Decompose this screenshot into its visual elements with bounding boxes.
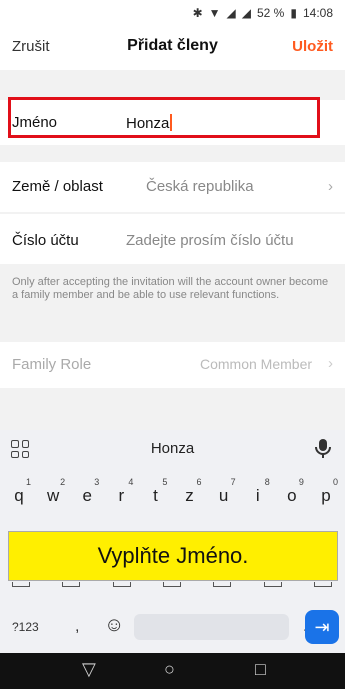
family-role-label: Family Role — [12, 356, 92, 373]
key-w[interactable]: w2 — [38, 477, 68, 514]
symbols-key[interactable]: ?123 — [12, 620, 39, 634]
account-input[interactable]: Zadejte prosím číslo účtu — [126, 232, 294, 249]
recents-icon[interactable]: □ — [255, 659, 266, 680]
country-row[interactable]: Země / oblast Česká republika › — [0, 162, 345, 212]
microphone-icon[interactable] — [311, 436, 335, 460]
key-p[interactable]: p0 — [311, 477, 341, 514]
wifi-icon: ▼ — [208, 6, 221, 20]
header: Zrušit Přidat členy Uložit — [0, 26, 345, 70]
instruction-banner: Vyplňte Jméno. — [8, 531, 338, 581]
enter-arrow-icon[interactable]: ⇥ — [305, 610, 339, 644]
save-button[interactable]: Uložit — [292, 38, 333, 55]
account-row[interactable]: Číslo účtu Zadejte prosím číslo účtu — [0, 214, 345, 264]
back-icon[interactable]: ▽ — [82, 659, 96, 680]
key-z[interactable]: z6 — [175, 477, 205, 514]
suggestion-bar: Honza — [0, 430, 345, 470]
battery-percent: 52 % — [257, 6, 285, 20]
key-row-bottom: ?123 , ☺ . ⇥ — [0, 606, 345, 650]
emoji-icon[interactable]: ☺ — [104, 614, 124, 637]
key-t[interactable]: t5 — [140, 477, 170, 514]
battery-icon: ▮ — [290, 6, 297, 20]
name-highlight-box — [8, 97, 320, 138]
key-u[interactable]: u7 — [209, 477, 239, 514]
invitation-hint: Only after accepting the invitation will… — [12, 276, 329, 301]
account-label: Číslo účtu — [12, 232, 79, 249]
key-r[interactable]: r4 — [106, 477, 136, 514]
signal-2-icon: ◢ — [241, 6, 251, 20]
chevron-right-icon: › — [328, 355, 333, 372]
suggestion-word[interactable]: Honza — [0, 440, 345, 457]
system-nav-bar: ▽ ○ □ — [0, 653, 345, 689]
space-key[interactable] — [134, 614, 289, 640]
status-icons: ✱ ▼ ◢ ◢ 52 % ▮ 14:08 — [193, 6, 333, 20]
signal-icon: ◢ — [226, 6, 236, 20]
bluetooth-icon: ✱ — [192, 6, 203, 20]
country-label: Země / oblast — [12, 178, 103, 195]
key-e[interactable]: e3 — [72, 477, 102, 514]
clock: 14:08 — [302, 6, 333, 20]
family-role-value: Common Member — [200, 356, 313, 372]
key-row-1: q1w2e3r4t5z6u7i8o9p0 — [4, 477, 341, 518]
family-role-row[interactable]: Family Role Common Member › — [0, 342, 345, 388]
comma-key[interactable]: , — [75, 618, 79, 636]
key-row-partial — [12, 582, 332, 588]
chevron-right-icon: › — [328, 178, 333, 195]
key-q[interactable]: q1 — [4, 477, 34, 514]
status-bar: ✱ ▼ ◢ ◢ 52 % ▮ 14:08 — [0, 0, 345, 26]
key-i[interactable]: i8 — [243, 477, 273, 514]
country-value: Česká republika — [146, 178, 254, 195]
key-o[interactable]: o9 — [277, 477, 307, 514]
home-icon[interactable]: ○ — [164, 659, 175, 680]
